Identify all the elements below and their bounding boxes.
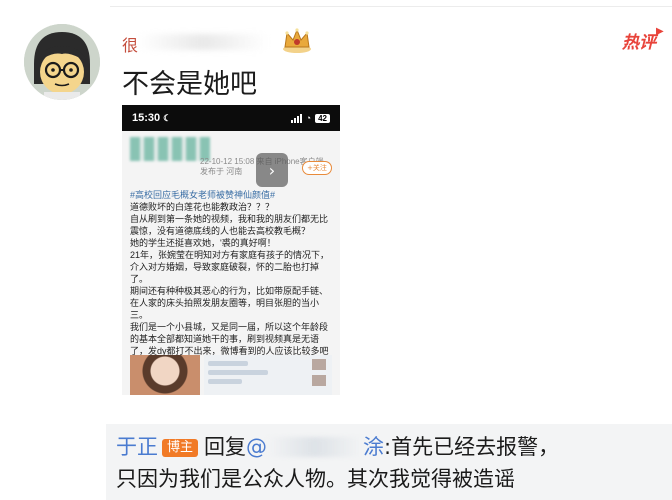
- reply-line-1: 于正 博主 回复@ 涂:首先已经去报警，: [116, 432, 559, 462]
- crown-badge-icon: [283, 28, 311, 53]
- top-divider: [110, 6, 672, 7]
- post-line: 自从刷到第一条她的视频，我和我的朋友们都无比: [130, 214, 329, 224]
- post-line: 了。: [130, 274, 149, 284]
- mention-suffix[interactable]: 涂: [363, 435, 384, 459]
- wifi-icon: ◔: [305, 113, 312, 123]
- post-line: 21年，张婉莹在明知对方有家庭有孩子的情况下，: [130, 250, 330, 260]
- post-line: 她的学生还挺喜欢她，'裘的真好啊！: [130, 238, 276, 248]
- post-author-blur: [130, 137, 210, 161]
- post-line: 在人家的床头拍照发朋友圈等，明目张胆的当小: [130, 298, 320, 308]
- post-line: 介入对方婚姻，导致家庭破裂，怀的二胎也打掉: [130, 262, 320, 272]
- post-line: 三。: [130, 310, 149, 320]
- post-line: 的基本全部都知道她干的事，刷到视频真是无语: [130, 334, 320, 344]
- post-body: #高校回应毛概女老师被赞神仙颜值# 道德败坏的白莲花也能教政治？？？ 自从刷到第…: [122, 187, 340, 359]
- reply-text-line-1: :首先已经去报警，: [384, 435, 560, 459]
- reply-preview[interactable]: 于正 博主 回复@ 涂:首先已经去报警， 只因为我们是公众人物。其次我觉得被造谣: [106, 424, 672, 500]
- post-chat-screenshot: [204, 355, 332, 395]
- post-image-strip: [130, 355, 332, 395]
- mention-blur-mask: [267, 437, 364, 457]
- battery-indicator: 42: [315, 113, 330, 123]
- mention-prefix[interactable]: @: [246, 435, 267, 459]
- post-line: #高校回应毛概女老师被赞神仙颜值#: [130, 190, 276, 200]
- follow-button[interactable]: +关注: [302, 161, 332, 175]
- reply-word: 回复: [204, 435, 247, 459]
- username-blur-mask: [138, 34, 268, 50]
- reply-author[interactable]: 于正: [116, 435, 158, 459]
- post-line: 期间还有种种极其恶心的行为，比如带原配手链、: [130, 286, 329, 296]
- comment-image-screenshot[interactable]: 15:30 ☾ ◔ 42 22-10-12 15:08 来自 iPhone客户端…: [122, 105, 340, 395]
- cartoon-avatar-icon: [24, 24, 100, 100]
- hot-comment-badge: 热评: [622, 33, 656, 53]
- status-time: 15:30: [132, 112, 161, 124]
- post-header: 22-10-12 15:08 来自 iPhone客户端 发布于 河南 › +关注: [122, 131, 340, 187]
- signal-icon: [290, 113, 302, 123]
- post-line: 我们是一个小县城，又是同一届，所以这个年龄段: [130, 322, 329, 332]
- hot-arrow-icon: ▶: [656, 26, 664, 37]
- post-line: 震惊，没有道德底线的人也能去高校教毛概？: [130, 226, 311, 236]
- user-avatar[interactable]: [24, 24, 100, 100]
- phone-status-bar: 15:30 ☾ ◔ 42: [122, 105, 340, 131]
- comment-text: 不会是她吧: [122, 69, 257, 100]
- moon-icon: ☾: [163, 112, 172, 123]
- post-photo: [130, 355, 200, 395]
- host-badge: 博主: [162, 439, 199, 457]
- next-image-chevron-icon[interactable]: ›: [256, 153, 288, 187]
- reply-line-2: 只因为我们是公众人物。其次我觉得被造谣: [116, 467, 515, 491]
- post-line: 道德败坏的白莲花也能教政治？？？: [130, 202, 275, 212]
